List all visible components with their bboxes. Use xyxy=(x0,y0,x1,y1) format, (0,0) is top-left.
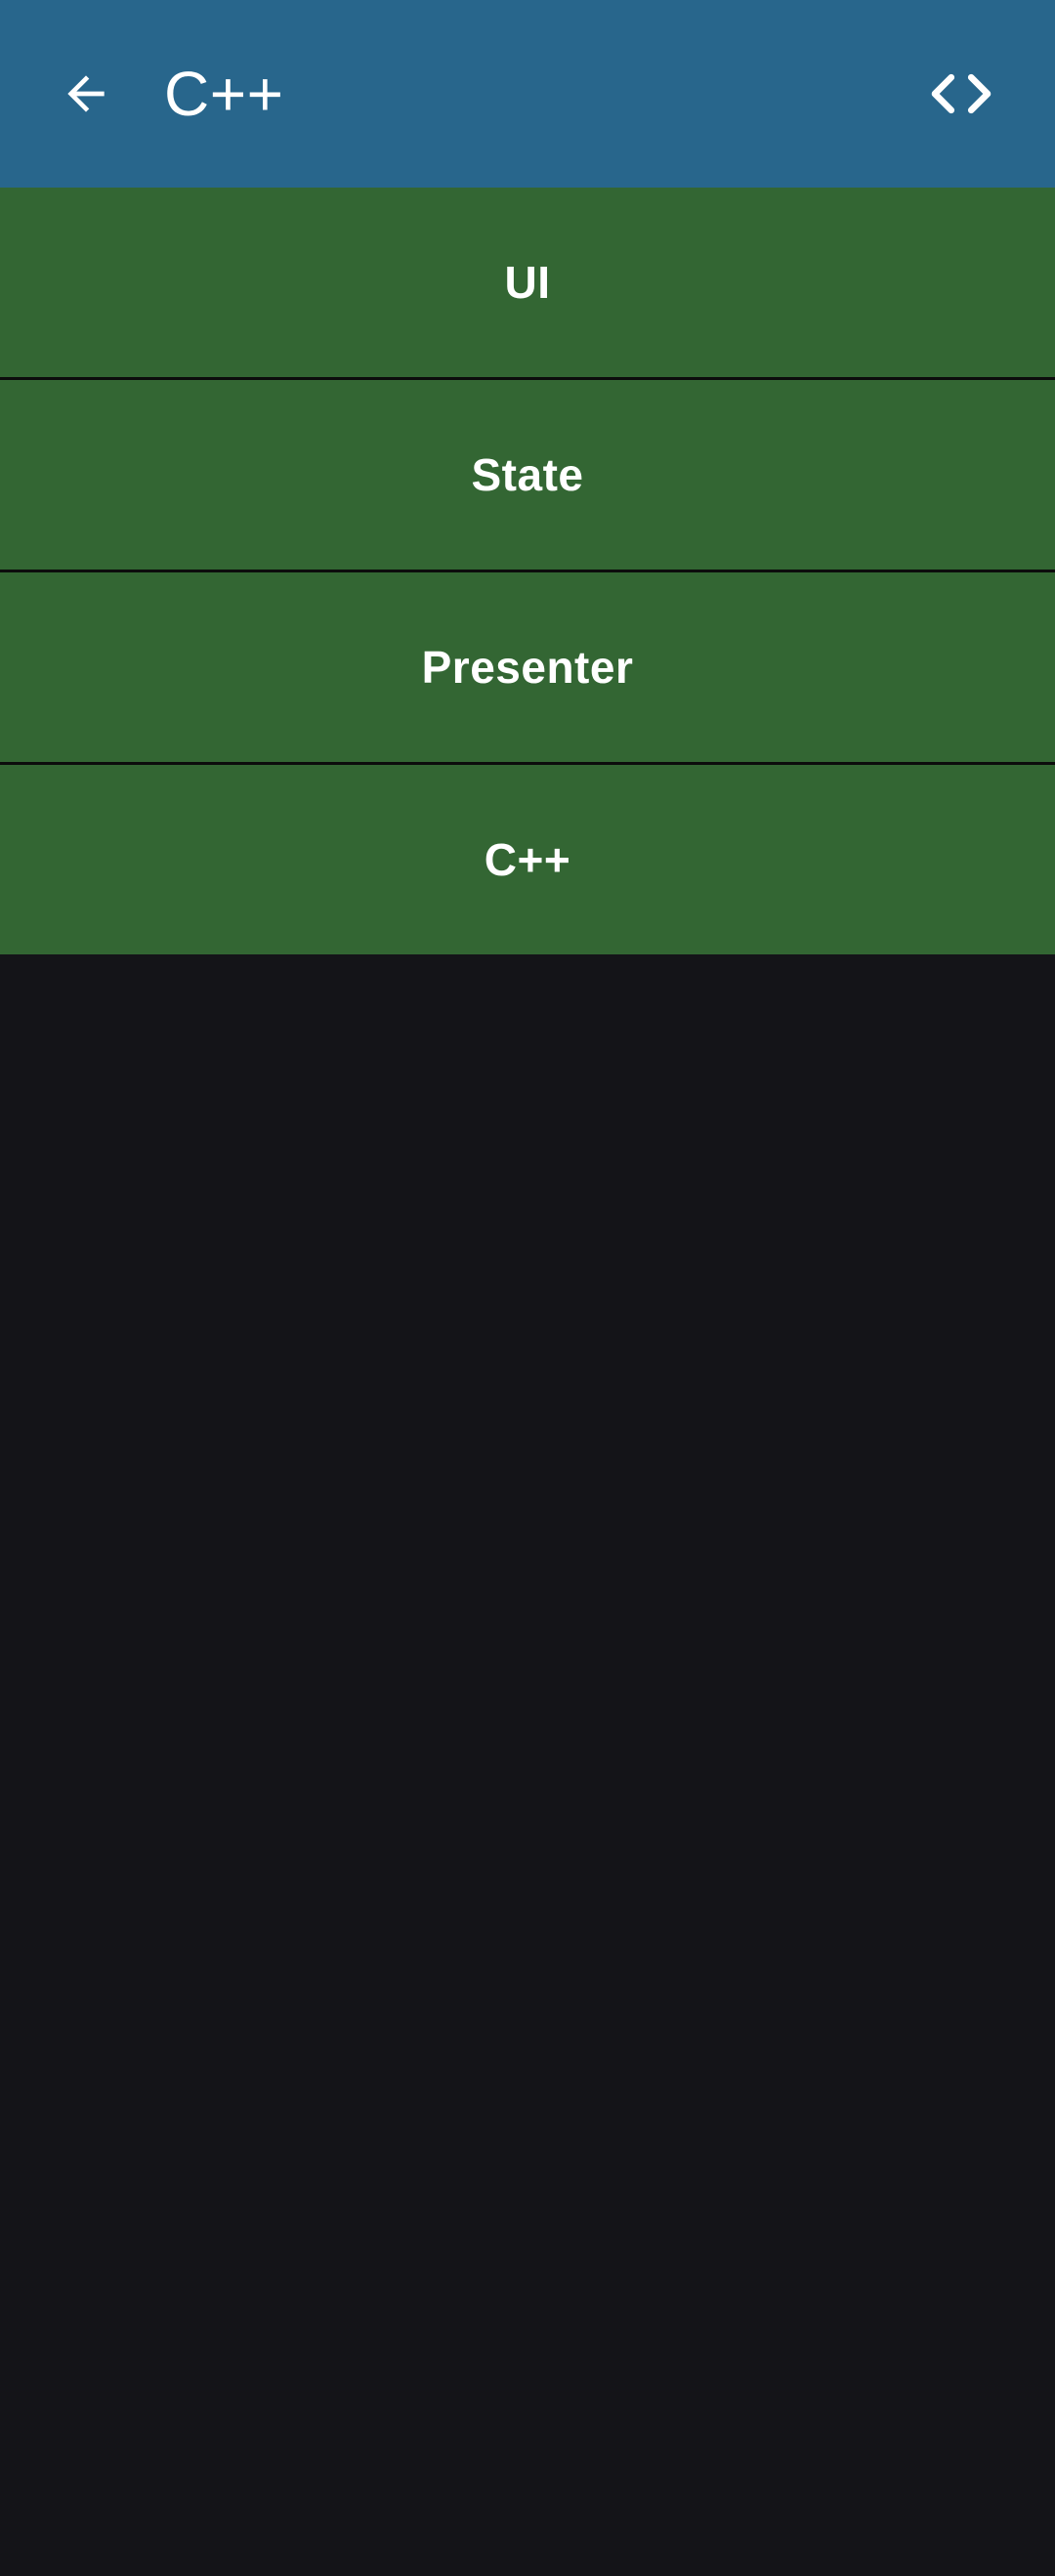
list-item-ui[interactable]: UI xyxy=(0,188,1055,377)
arrow-back-icon xyxy=(67,75,105,112)
code-icon xyxy=(931,73,992,114)
list-item-state[interactable]: State xyxy=(0,380,1055,570)
code-button[interactable] xyxy=(907,47,1016,141)
page-title: C++ xyxy=(164,59,284,129)
list-item-cpp[interactable]: C++ xyxy=(0,765,1055,954)
screen: C++ UI State Presenter C++ xyxy=(0,0,1055,2576)
menu-list: UI State Presenter C++ xyxy=(0,188,1055,954)
back-button[interactable] xyxy=(39,47,133,141)
list-item-presenter[interactable]: Presenter xyxy=(0,572,1055,762)
app-bar: C++ xyxy=(0,0,1055,188)
